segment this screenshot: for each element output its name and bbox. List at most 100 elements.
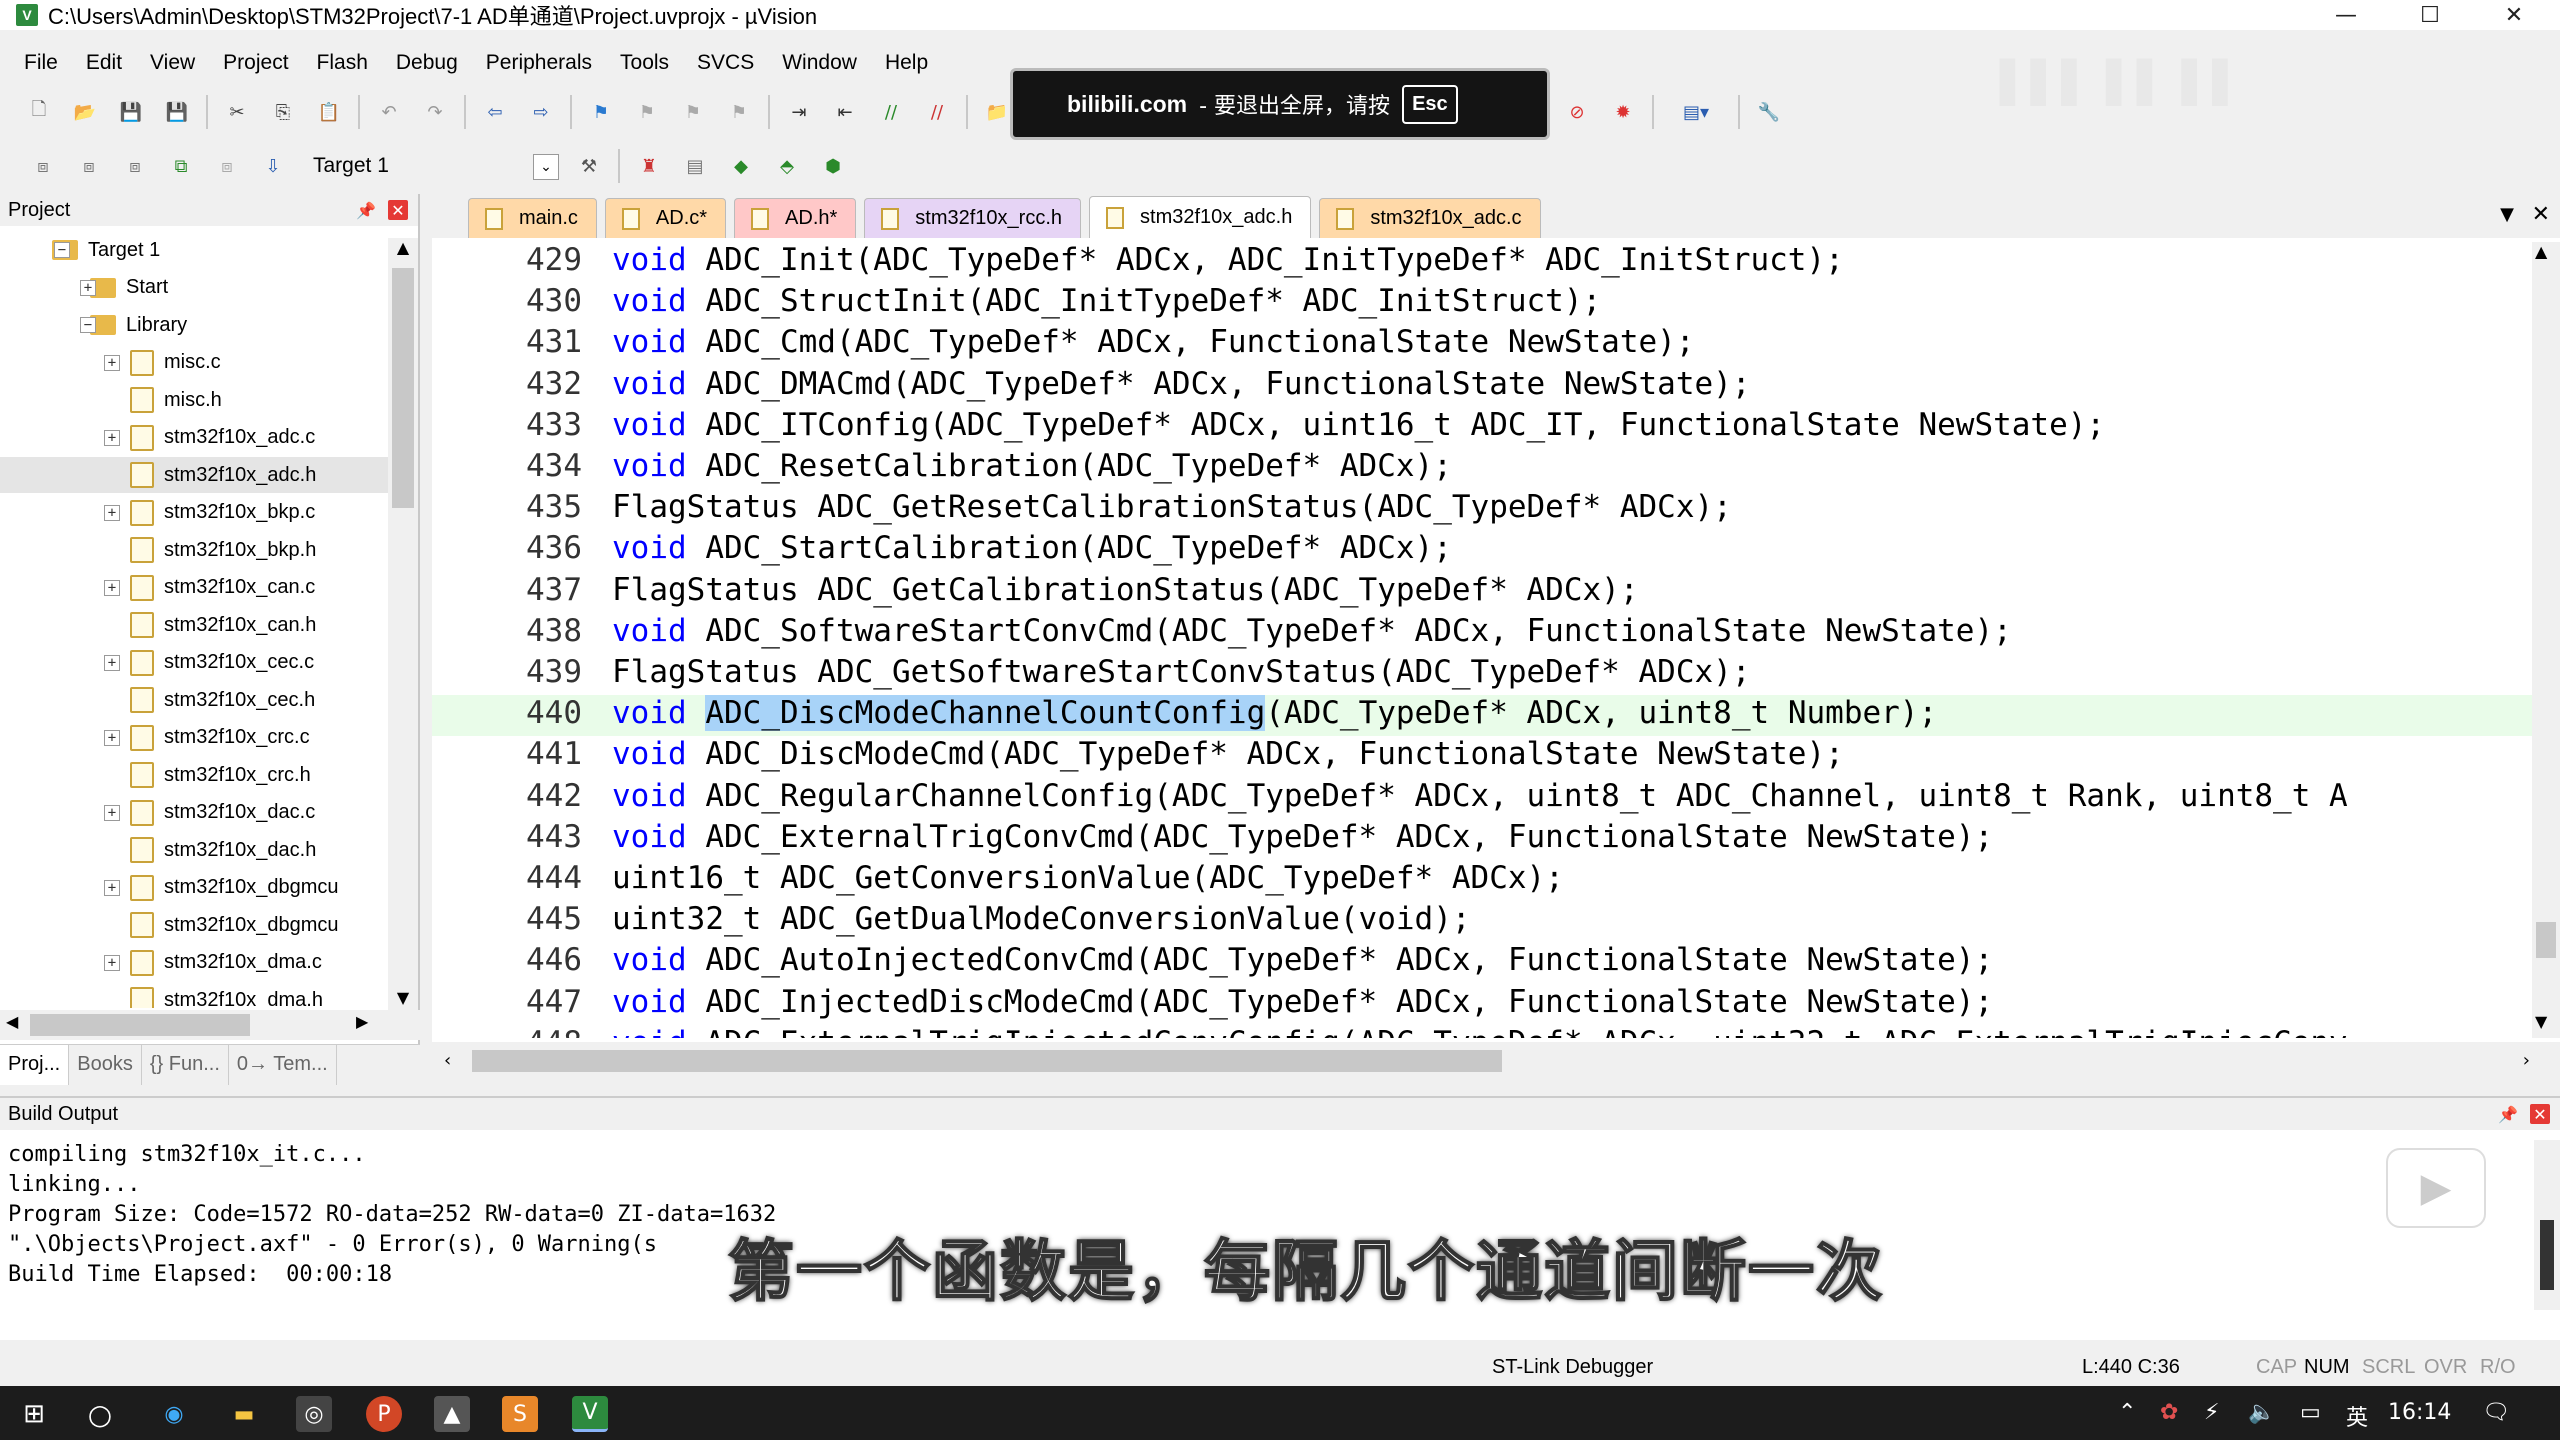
- tree-item[interactable]: + stm32f10x_adc.c: [0, 420, 390, 456]
- new-file-icon[interactable]: 🗋: [22, 95, 56, 129]
- configure-icon[interactable]: 🔧: [1752, 95, 1786, 129]
- tree-item[interactable]: + stm32f10x_cec.c: [0, 645, 390, 681]
- tab-templates[interactable]: 0→ Tem...: [229, 1044, 337, 1085]
- scroll-left-icon[interactable]: ‹: [444, 1050, 451, 1071]
- comment-icon[interactable]: //: [874, 95, 908, 129]
- scrollbar-thumb[interactable]: [472, 1050, 1502, 1072]
- code-line[interactable]: 430 void ADC_StructInit(ADC_InitTypeDef* …: [432, 283, 2532, 324]
- editor-tab[interactable]: AD.h*: [734, 198, 857, 238]
- unindent-icon[interactable]: ⇤: [828, 95, 862, 129]
- tree-item[interactable]: + stm32f10x_dac.c: [0, 795, 390, 831]
- scroll-up-icon[interactable]: ▲: [2535, 242, 2547, 261]
- save-all-icon[interactable]: 💾: [160, 95, 194, 129]
- tree-item[interactable]: + stm32f10x_can.c: [0, 570, 390, 606]
- code-horizontal-scrollbar[interactable]: ‹ ›: [432, 1042, 2560, 1082]
- code-line[interactable]: 443 void ADC_ExternalTrigConvCmd(ADC_Type…: [432, 819, 2532, 860]
- tree-item[interactable]: misc.h: [0, 382, 390, 418]
- code-line[interactable]: 432 void ADC_DMACmd(ADC_TypeDef* ADCx, Fu…: [432, 366, 2532, 407]
- ime-indicator[interactable]: 英: [2346, 1400, 2368, 1432]
- close-icon[interactable]: ✕: [2530, 1104, 2550, 1124]
- expand-icon[interactable]: +: [104, 954, 120, 971]
- close-icon[interactable]: ✕: [388, 200, 408, 220]
- editor-tab[interactable]: stm32f10x_rcc.h: [864, 198, 1082, 238]
- code-line[interactable]: 445 uint32_t ADC_GetDualModeConversionVal…: [432, 901, 2532, 942]
- edge-browser-icon[interactable]: ◉: [156, 1396, 192, 1432]
- menu-svcs[interactable]: SVCS: [683, 51, 768, 75]
- indent-icon[interactable]: ⇥: [782, 95, 816, 129]
- scrollbar-thumb[interactable]: [392, 268, 414, 508]
- tree-item[interactable]: + stm32f10x_dbgmcu: [0, 870, 390, 906]
- code-vertical-scrollbar[interactable]: ▲ ▼: [2532, 242, 2560, 1038]
- build-icon[interactable]: ⧈: [72, 149, 106, 183]
- scrollbar-thumb[interactable]: [30, 1014, 250, 1036]
- kill-breakpoints-icon[interactable]: ✹: [1606, 95, 1640, 129]
- expand-icon[interactable]: +: [104, 804, 120, 821]
- code-line[interactable]: 448 void ADC_ExternalTrigInjectedConvConf…: [432, 1025, 2532, 1038]
- navigate-forward-icon[interactable]: ⇨: [524, 95, 558, 129]
- tree-vertical-scrollbar[interactable]: ▲ ▼: [388, 238, 418, 1018]
- keil-uvision-icon[interactable]: V: [572, 1396, 608, 1432]
- tray-app-icon[interactable]: ✿: [2160, 1400, 2178, 1425]
- tree-item[interactable]: − Target 1: [0, 232, 390, 268]
- code-line[interactable]: 438 void ADC_SoftwareStartConvCmd(ADC_Typ…: [432, 613, 2532, 654]
- clear-bookmarks-icon[interactable]: ⚑: [722, 95, 756, 129]
- target-options-icon[interactable]: ⚒: [572, 149, 606, 183]
- file-explorer-icon[interactable]: ▬: [226, 1396, 262, 1432]
- editor-tab[interactable]: AD.c*: [604, 198, 727, 238]
- build-vertical-scrollbar[interactable]: [2534, 1140, 2560, 1310]
- play-icon[interactable]: ▶: [2386, 1148, 2486, 1228]
- menu-flash[interactable]: Flash: [303, 51, 382, 75]
- tree-item[interactable]: stm32f10x_dbgmcu: [0, 907, 390, 943]
- breakpoint-icon[interactable]: ⊘: [1560, 95, 1594, 129]
- clock[interactable]: 16:14: [2388, 1400, 2451, 1425]
- tree-item[interactable]: − Library: [0, 307, 390, 343]
- menu-tools[interactable]: Tools: [606, 51, 683, 75]
- code-line[interactable]: 442 void ADC_RegularChannelConfig(ADC_Typ…: [432, 778, 2532, 819]
- tree-item[interactable]: + stm32f10x_bkp.c: [0, 495, 390, 531]
- tab-list-chevron-icon[interactable]: ▼: [2500, 204, 2514, 225]
- file-extensions-icon[interactable]: ♜: [632, 149, 666, 183]
- scroll-right-icon[interactable]: ›: [2523, 1050, 2530, 1071]
- download-icon[interactable]: ⇩: [256, 149, 290, 183]
- photos-icon[interactable]: ▲: [434, 1396, 470, 1432]
- scrollbar-thumb[interactable]: [2540, 1220, 2554, 1290]
- collapse-icon[interactable]: −: [54, 242, 70, 258]
- stop-build-icon[interactable]: ⧈: [210, 149, 244, 183]
- cut-icon[interactable]: ✂: [220, 95, 254, 129]
- menu-help[interactable]: Help: [871, 51, 942, 75]
- expand-icon[interactable]: +: [104, 654, 120, 671]
- menu-debug[interactable]: Debug: [382, 51, 472, 75]
- close-button[interactable]: ✕: [2474, 0, 2554, 30]
- windows-start-icon[interactable]: ⊞: [16, 1396, 52, 1432]
- code-line[interactable]: 447 void ADC_InjectedDiscModeCmd(ADC_Type…: [432, 984, 2532, 1025]
- tree-item[interactable]: + misc.c: [0, 345, 390, 381]
- tree-item[interactable]: stm32f10x_dac.h: [0, 832, 390, 868]
- expand-icon[interactable]: +: [104, 354, 120, 371]
- menu-edit[interactable]: Edit: [72, 51, 136, 75]
- run-time-env-icon[interactable]: ⬢: [816, 149, 850, 183]
- expand-icon[interactable]: +: [104, 879, 120, 896]
- tree-item[interactable]: stm32f10x_crc.h: [0, 757, 390, 793]
- notification-icon[interactable]: 🗨: [2482, 1400, 2510, 1425]
- code-line[interactable]: 439 FlagStatus ADC_GetSoftwareStartConvSt…: [432, 654, 2532, 695]
- prev-bookmark-icon[interactable]: ⚑: [630, 95, 664, 129]
- uncomment-icon[interactable]: //: [920, 95, 954, 129]
- navigate-back-icon[interactable]: ⇦: [478, 95, 512, 129]
- tree-item[interactable]: stm32f10x_cec.h: [0, 682, 390, 718]
- code-line[interactable]: 446 void ADC_AutoInjectedConvCmd(ADC_Type…: [432, 942, 2532, 983]
- window-layout-icon[interactable]: ▤▾: [1666, 95, 1726, 129]
- paste-icon[interactable]: 📋: [312, 95, 346, 129]
- expand-icon[interactable]: +: [104, 579, 120, 596]
- volume-icon[interactable]: 🔈: [2248, 1400, 2275, 1425]
- code-line[interactable]: 431 void ADC_Cmd(ADC_TypeDef* ADCx, Funct…: [432, 324, 2532, 365]
- menu-project[interactable]: Project: [209, 51, 302, 75]
- search-icon[interactable]: ○: [82, 1396, 118, 1432]
- code-line[interactable]: 434 void ADC_ResetCalibration(ADC_TypeDef…: [432, 448, 2532, 489]
- code-line[interactable]: 435 FlagStatus ADC_GetResetCalibrationSta…: [432, 489, 2532, 530]
- tree-item[interactable]: + stm32f10x_dma.c: [0, 945, 390, 981]
- tree-item[interactable]: stm32f10x_adc.h: [0, 457, 390, 493]
- batch-build-icon[interactable]: ⧉: [164, 149, 198, 183]
- tab-books[interactable]: Books: [69, 1044, 142, 1085]
- tree-item[interactable]: + Start: [0, 270, 390, 306]
- manage-rte-icon[interactable]: ▤: [678, 149, 712, 183]
